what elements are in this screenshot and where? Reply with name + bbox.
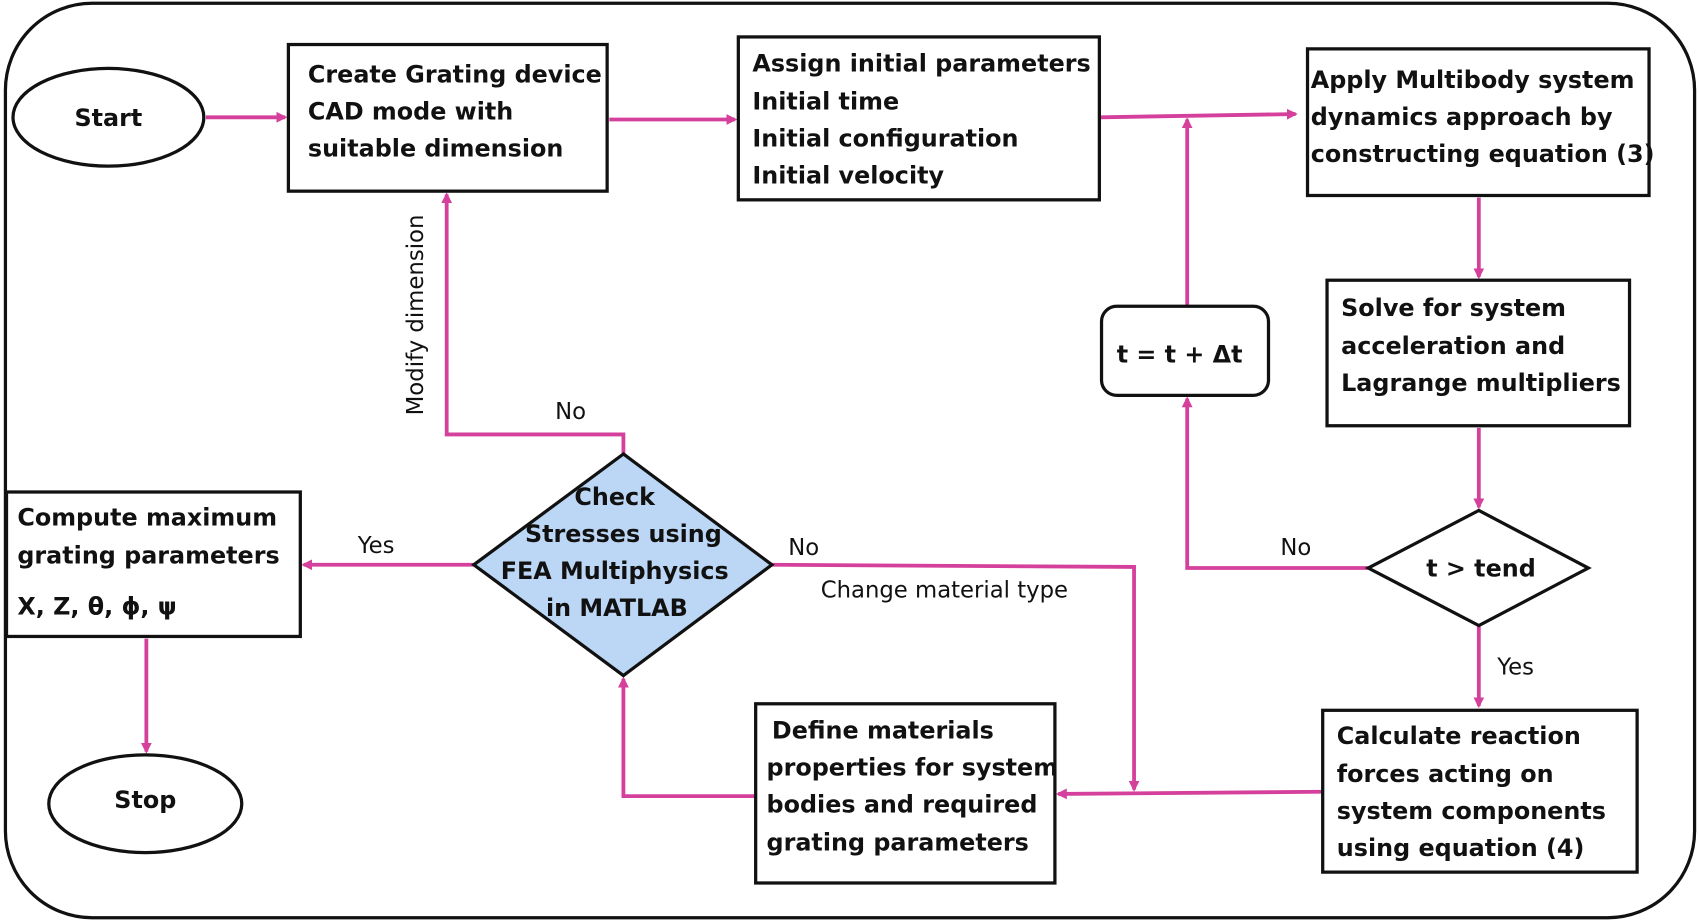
node-text-line: Assign initial parameters: [752, 50, 1090, 78]
stop-node: Stop: [47, 753, 244, 855]
node-text-line: Calculate reaction: [1337, 722, 1581, 750]
define-materials-box: Define materials properties for system b…: [754, 702, 1059, 885]
node-text-line: Compute maximum: [17, 504, 277, 532]
start-node: Start: [11, 66, 206, 168]
node-text-line: dynamics approach by: [1311, 103, 1613, 131]
node-text-line: Initial configuration: [752, 125, 1018, 153]
node-text-line: Define materials: [772, 717, 994, 745]
start-label: Start: [75, 104, 143, 132]
label-change-material: Change material type: [821, 577, 1068, 603]
node-text-line: constructing equation (3): [1311, 140, 1655, 168]
apply-multibody-box: Apply Multibody system dynamics approach…: [1305, 47, 1655, 198]
node-text-line: t = t + Δt: [1117, 341, 1243, 369]
node-text-line: Create Grating device: [308, 61, 602, 89]
calc-reaction-box: Calculate reaction forces acting on syst…: [1321, 708, 1639, 874]
node-text-line: t > tend: [1426, 555, 1536, 583]
arrow-calc-to-define: [1055, 788, 1323, 800]
stop-label: Stop: [114, 786, 176, 814]
node-text-line: Solve for system: [1341, 294, 1566, 322]
label-yes-left: Yes: [357, 533, 395, 559]
node-text-line: Initial time: [752, 88, 899, 116]
node-text-line: Stresses using: [525, 520, 722, 548]
label-time-yes: Yes: [1496, 654, 1534, 680]
node-text-line: using equation (4): [1337, 834, 1585, 862]
node-text-line: Apply Multibody system: [1311, 66, 1635, 94]
time-step-box: t = t + Δt: [1099, 304, 1271, 397]
create-cad-box: Create Grating device CAD mode with suit…: [286, 42, 609, 193]
node-text-line: grating parameters: [17, 542, 279, 570]
node-text-line: system components: [1337, 797, 1606, 825]
node-text-line: suitable dimension: [308, 134, 563, 162]
node-text-line: forces acting on: [1337, 760, 1554, 788]
assign-params-box: Assign initial parameters Initial time I…: [736, 35, 1101, 202]
label-no-right: No: [788, 535, 819, 561]
node-text-line: acceleration and: [1341, 332, 1565, 360]
node-text-line: in MATLAB: [546, 594, 688, 622]
node-text-line: Initial velocity: [752, 162, 944, 190]
solve-box: Solve for system acceleration and Lagran…: [1325, 278, 1632, 428]
label-modify-dimension: Modify dimension: [403, 215, 429, 416]
node-text-line: Lagrange multipliers: [1341, 369, 1621, 397]
node-text-line: FEA Multiphysics: [501, 557, 729, 585]
flowchart: Start Stop Create Grating device CAD mod…: [3, 1, 1697, 920]
label-no-top: No: [555, 399, 586, 425]
label-time-no: No: [1280, 535, 1311, 561]
node-text-line: properties for system: [767, 753, 1059, 781]
node-text-line: bodies and required: [767, 790, 1038, 818]
node-text-line: Check: [574, 483, 656, 511]
compute-max-box: Compute maximum grating parameters X, Z,…: [4, 490, 302, 639]
node-text-line: grating parameters: [767, 828, 1029, 856]
node-text-line: X, Z, θ, ϕ, ψ: [17, 593, 176, 621]
node-text-line: CAD mode with: [308, 97, 513, 125]
